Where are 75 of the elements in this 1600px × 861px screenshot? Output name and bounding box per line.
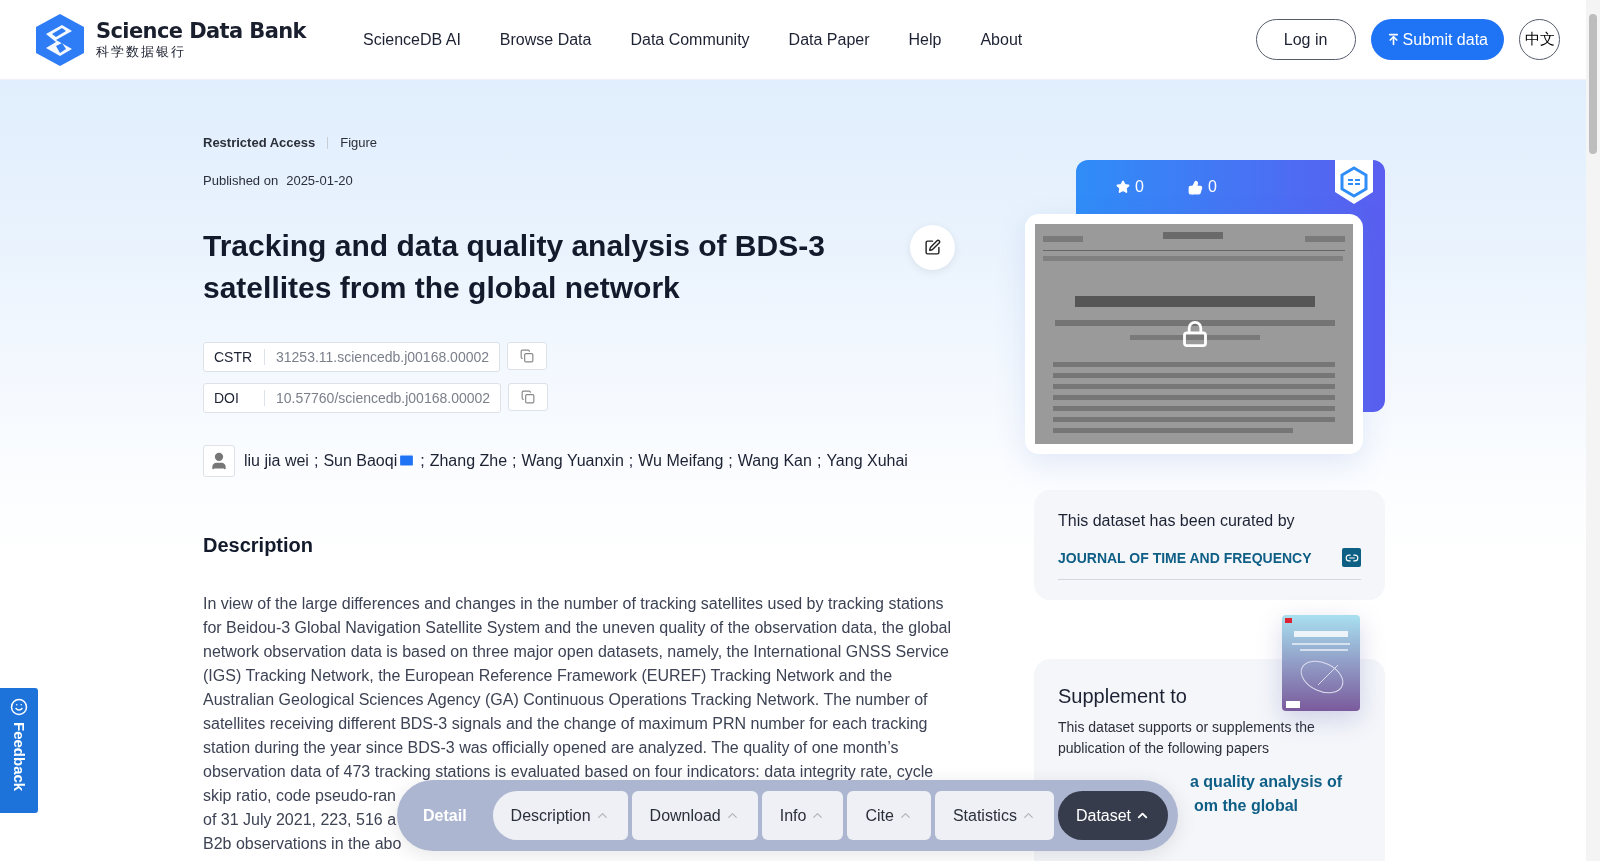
description-line: for Beidou-3 Global Navigation Satellite System and the uneven quality of the observation data, the global <box>203 618 952 638</box>
section-tab[interactable]: Info <box>761 791 844 840</box>
author-name[interactable]: Wang Yuanxin <box>521 452 624 470</box>
description-line: network observation data is based on three major open datasets, namely, the International GNSS Service <box>203 642 949 662</box>
thumbs-up-icon[interactable] <box>1187 179 1203 195</box>
language-button[interactable]: 中文 <box>1519 19 1560 60</box>
supplement-heading: Supplement to <box>1058 685 1188 708</box>
description-line: Australian Geological Sciences Agency (GA) Continuous Operations Tracking Network. The number of <box>203 690 928 710</box>
separator-text: ; <box>512 452 517 470</box>
paper-title-link[interactable]: a quality analysis of <box>1190 770 1343 794</box>
author-name[interactable]: Yang Xuhai <box>826 452 908 470</box>
author-name[interactable]: Wang Kan <box>737 452 812 470</box>
favorite-count: 0 <box>1135 178 1144 196</box>
description-line: (IGS) Tracking Network, the European Reference Framework (EUREF) Tracking Network and the <box>203 666 893 686</box>
copy-icon <box>520 349 535 363</box>
description-line: station during the year since BDS-3 was officially opened are analyzed. The quality of one month’s <box>203 738 899 758</box>
edit-icon <box>924 239 941 256</box>
identifier-value: 31253.11.sciencedb.j00168.00002 <box>275 349 490 365</box>
login-button[interactable]: Log in <box>1255 19 1356 60</box>
author-name[interactable]: liu jia wei <box>244 452 309 470</box>
copy-icon <box>521 390 536 404</box>
nav-link[interactable]: Data Community <box>630 30 750 49</box>
shield-badge-icon <box>1335 160 1373 204</box>
feedback-icon <box>10 698 28 716</box>
identifier-value: 10.57760/sciencedb.j00168.00002 <box>275 390 491 406</box>
logo-subtitle: 科学数据银行 <box>96 42 187 61</box>
nav-link[interactable]: Help <box>908 30 942 49</box>
author-name[interactable]: Sun Baoqi <box>323 452 416 470</box>
copy-button[interactable] <box>508 383 549 411</box>
detail-label: Detail <box>423 806 467 825</box>
upload-icon <box>1386 33 1400 46</box>
access-label: Restricted Access <box>203 135 316 150</box>
journal-link[interactable]: JOURNAL OF TIME AND FREQUENCY <box>1058 549 1312 566</box>
description-line: skip ratio, code pseudo-ran <box>203 786 396 806</box>
section-tab[interactable]: Description <box>492 791 628 840</box>
identifier-label: CSTR <box>214 349 265 365</box>
curation-text: This dataset has been curated by <box>1058 512 1296 530</box>
identifier-label: DOI <box>214 390 265 406</box>
nav-link[interactable]: About <box>980 30 1023 49</box>
type-label: Figure <box>340 135 378 150</box>
separator-text: ; <box>420 452 425 470</box>
submit-data-button[interactable]: Submit data <box>1370 19 1504 60</box>
description-line: B2b observations in the abo <box>203 834 402 854</box>
logo-title: Science Data Bank <box>96 18 306 43</box>
star-icon[interactable] <box>1116 180 1130 194</box>
section-tab[interactable]: Statistics <box>934 791 1054 840</box>
separator-text: ; <box>728 452 733 470</box>
section-heading: Description <box>203 534 315 557</box>
nav-link[interactable]: ScienceDB AI <box>363 30 461 49</box>
separator-text: ; <box>628 452 634 470</box>
separator-text: ; <box>313 452 319 470</box>
description-line: satellites receiving different BDS-3 signals and the change of maximum PRN number for each tracking <box>203 714 928 734</box>
description-line: observation data of 473 tracking stations is evaluated based on four indicators: data integrity rate, cycle <box>203 762 934 782</box>
published-date: 2025-01-20 <box>286 173 353 188</box>
like-count: 0 <box>1207 178 1217 196</box>
feedback-tab[interactable]: Feedback <box>0 688 38 813</box>
author-name[interactable]: Wu Meifang <box>638 452 724 470</box>
separator-text: ; <box>816 452 822 470</box>
edit-button[interactable] <box>910 225 955 270</box>
nav-link[interactable]: Browse Data <box>499 30 592 49</box>
description-line: of 31 July 2021, 223, 516 a <box>203 810 397 830</box>
supplement-text: This dataset supports or supplements the publication of the following papers <box>1058 718 1316 758</box>
link-button[interactable] <box>1342 548 1361 567</box>
published-label: Published on <box>203 173 279 188</box>
dataset-title: Tracking and data quality analysis of BDS-3 satellites from the global network <box>203 228 826 306</box>
user-icon <box>203 445 235 477</box>
paper-title-link[interactable]: om the global <box>1194 794 1298 818</box>
lock-icon <box>1181 320 1209 348</box>
section-tab[interactable]: Dataset <box>1057 791 1169 840</box>
nav-link[interactable]: Data Paper <box>788 30 870 49</box>
section-tab[interactable]: Cite <box>847 791 931 840</box>
copy-button[interactable] <box>507 342 548 370</box>
description-line: In view of the large differences and changes in the number of tracking satellites used by tracking stations <box>203 594 944 614</box>
section-tab[interactable]: Download <box>631 791 758 840</box>
author-name[interactable]: Zhang Zhe <box>429 452 508 470</box>
